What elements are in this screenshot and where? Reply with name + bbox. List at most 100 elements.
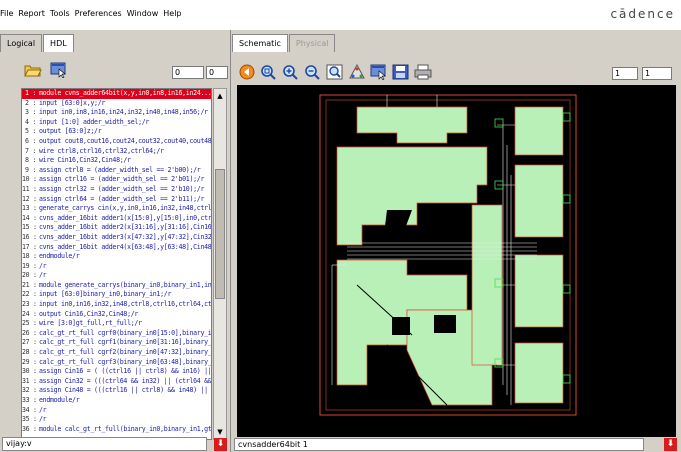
schematic-drawing — [319, 94, 577, 416]
code-line[interactable]: 4 : input [1:0] adder_width_sel;/r — [22, 118, 211, 128]
zoom-out-icon[interactable] — [304, 64, 322, 80]
code-line[interactable]: 27 : calc_gt_rt_full cgrf1(binary_in0[31:… — [22, 338, 211, 348]
right-arrow-down-icon[interactable]: ⬇ — [664, 438, 677, 451]
line-number: 35 : — [22, 415, 37, 424]
code-line[interactable]: 31 : assign Cin32 = (((ctrl64 && in32) ||… — [22, 377, 211, 387]
menu-bar: File Report Tools Preferences Window Hel… — [0, 0, 681, 30]
code-line[interactable]: 26 : calc_gt_rt_full cgrf0(binary_in0[15:… — [22, 329, 211, 339]
scroll-thumb[interactable] — [215, 169, 225, 299]
code-line[interactable]: 33 : endmodule/r — [22, 396, 211, 406]
line-number: 19 : — [22, 261, 37, 270]
left-arrow-down-icon[interactable]: ⬇ — [214, 438, 227, 451]
cutout-2 — [434, 315, 456, 333]
code-line[interactable]: 25 : wire [3:0]gt_full,rt_full;/r — [22, 319, 211, 329]
menu-window[interactable]: Window — [127, 9, 159, 18]
code-line[interactable]: 29 : calc_gt_rt_full cgrf3(binary_in0[63:… — [22, 358, 211, 368]
line-text: input [63:0]binary_in0,binary_in1;/r — [39, 290, 172, 299]
tab-physical[interactable]: Physical — [288, 34, 336, 52]
scroll-up-icon[interactable]: ▲ — [215, 90, 225, 102]
line-text: /r — [39, 271, 47, 280]
menu-file[interactable]: File — [0, 9, 13, 18]
code-line[interactable]: 7 : wire ctrl8,ctrl16,ctrl32,ctrl64;/r — [22, 147, 211, 157]
code-line[interactable]: 32 : assign Cin48 = (((ctrl16 || ctrl8) &… — [22, 386, 211, 396]
code-line[interactable]: 18 : endmodule/r — [22, 252, 211, 262]
code-line[interactable]: 9 : assign ctrl8 = (adder_width_sel == 2'… — [22, 166, 211, 176]
code-line[interactable]: 3 : input in0,in8,in16,in24,in32,in40,in4… — [22, 108, 211, 118]
code-line[interactable]: 23 : input in0,in16,in32,in48,ctrl8,ctrl1… — [22, 300, 211, 310]
menu-preferences[interactable]: Preferences — [75, 9, 122, 18]
open-folder-icon[interactable] — [24, 62, 42, 78]
select-window-icon[interactable] — [370, 64, 388, 81]
line-text: wire ctrl8,ctrl16,ctrl32,ctrl64;/r — [39, 146, 164, 155]
zoom-in-icon[interactable] — [282, 64, 300, 80]
code-line[interactable]: 15 : cvns_adder_16bit adder2(x[31:16],y[3… — [22, 223, 211, 233]
code-line[interactable]: 34 :/r — [22, 406, 211, 416]
code-line[interactable]: 5 : output [63:0]z;/r — [22, 127, 211, 137]
line-text: cvns_adder_16bit adder1(x[15:0],y[15:0],… — [39, 213, 212, 222]
line-number: 21 : — [22, 280, 37, 289]
code-vertical-scrollbar[interactable]: ▲ ▼ — [213, 88, 227, 440]
tab-schematic[interactable]: Schematic — [232, 34, 288, 52]
code-line[interactable]: 20 :/r — [22, 271, 211, 281]
tab-logical[interactable]: Logical — [0, 34, 43, 52]
left-field-2[interactable]: 0 — [206, 66, 228, 79]
left-field-1[interactable]: 0 — [172, 66, 204, 79]
code-line[interactable]: 36 : module calc_gt_rt_full(binary_in0,bi… — [22, 425, 211, 435]
tab-hdl[interactable]: HDL — [43, 34, 74, 52]
block-right-1 — [514, 106, 564, 156]
line-number: 23 : — [22, 300, 37, 309]
code-line[interactable]: 22 : input [63:0]binary_in0,binary_in1;/r — [22, 290, 211, 300]
schematic-canvas[interactable] — [237, 85, 676, 437]
line-number: 34 : — [22, 405, 37, 414]
code-line[interactable]: 24 : output Cin16,Cin32,Cin48;/r — [22, 310, 211, 320]
code-line[interactable]: 6 : output cout8,cout16,cout24,cout32,cou… — [22, 137, 211, 147]
back-icon[interactable] — [238, 64, 256, 80]
code-line[interactable]: 19 :/r — [22, 262, 211, 272]
code-line[interactable]: 2 : input [63:0]x,y;/r — [22, 99, 211, 109]
line-number: 14 : — [22, 213, 37, 222]
line-number: 10 : — [22, 175, 37, 184]
code-line[interactable]: 8 : wire Cin16,Cin32,Cin48;/r — [22, 156, 211, 166]
code-line[interactable]: 17 : cvns_adder_16bit adder4(x[63:48],y[6… — [22, 243, 211, 253]
cutout-3 — [382, 210, 412, 250]
schematic-panel: Schematic Physical 1 1 cvnsadder64bit 1 … — [232, 30, 681, 452]
code-line[interactable]: 14 : cvns_adder_16bit adder1(x[15:0],y[15… — [22, 214, 211, 224]
code-line[interactable]: 10 : assign ctrl16 = (adder_width_sel == … — [22, 175, 211, 185]
block-top — [356, 106, 468, 144]
line-number: 28 : — [22, 348, 37, 357]
line-number: 11 : — [22, 184, 37, 193]
menu-report[interactable]: Report — [18, 9, 45, 18]
line-text: wire [3:0]gt_full,rt_full;/r — [39, 319, 142, 328]
code-line[interactable]: 30 : assign Cin16 = ( ((ctrl16 || ctrl8) … — [22, 367, 211, 377]
hdl-code-view[interactable]: 1 : module cvns_adder64bit(x,y,in0,in8,in… — [21, 88, 212, 440]
line-number: 6 : — [24, 136, 36, 145]
code-line[interactable]: 12 : assign ctrl64 = (adder_width_sel == … — [22, 195, 211, 205]
code-line[interactable]: 28 : calc_gt_rt_full cgrf2(binary_in0[47:… — [22, 348, 211, 358]
zoom-fit-icon[interactable] — [260, 64, 278, 80]
zoom-area-icon[interactable] — [326, 64, 344, 80]
line-text: output Cin16,Cin32,Cin48;/r — [39, 309, 139, 318]
code-line[interactable]: 21 : module generate_carrys(binary_in0,bi… — [22, 281, 211, 291]
save-icon[interactable] — [392, 64, 410, 80]
left-status-text: vijay:v — [2, 437, 207, 451]
print-icon[interactable] — [414, 64, 432, 80]
menu-list: File Report Tools Preferences Window Hel… — [0, 9, 182, 18]
menu-help[interactable]: Help — [163, 9, 181, 18]
hierarchy-icon[interactable] — [348, 63, 366, 80]
menu-tools[interactable]: Tools — [50, 9, 70, 18]
code-line[interactable]: 35 :/r — [22, 415, 211, 425]
block-right-4 — [514, 342, 564, 404]
line-text: endmodule/r — [39, 252, 80, 261]
code-line[interactable]: 13 : generate_carrys cin(x,y,in0,in16,in3… — [22, 204, 211, 214]
right-field-2[interactable]: 1 — [642, 67, 672, 80]
line-number: 12 : — [22, 194, 37, 203]
line-text: assign Cin32 = (((ctrl64 && in32) || (ct… — [39, 376, 212, 385]
code-line[interactable]: 11 : assign ctrl32 = (adder_width_sel == … — [22, 185, 211, 195]
right-field-1[interactable]: 1 — [612, 67, 638, 80]
line-text: /r — [39, 405, 47, 414]
code-line[interactable]: 1 : module cvns_adder64bit(x,y,in0,in8,in… — [22, 89, 211, 99]
line-text: module cvns_adder64bit(x,y,in0,in8,in16,… — [39, 89, 212, 97]
left-tabs: Logical HDL — [0, 34, 75, 52]
code-line[interactable]: 16 : cvns_adder_16bit adder3(x[47:32],y[4… — [22, 233, 211, 243]
cursor-window-icon[interactable] — [50, 62, 68, 79]
